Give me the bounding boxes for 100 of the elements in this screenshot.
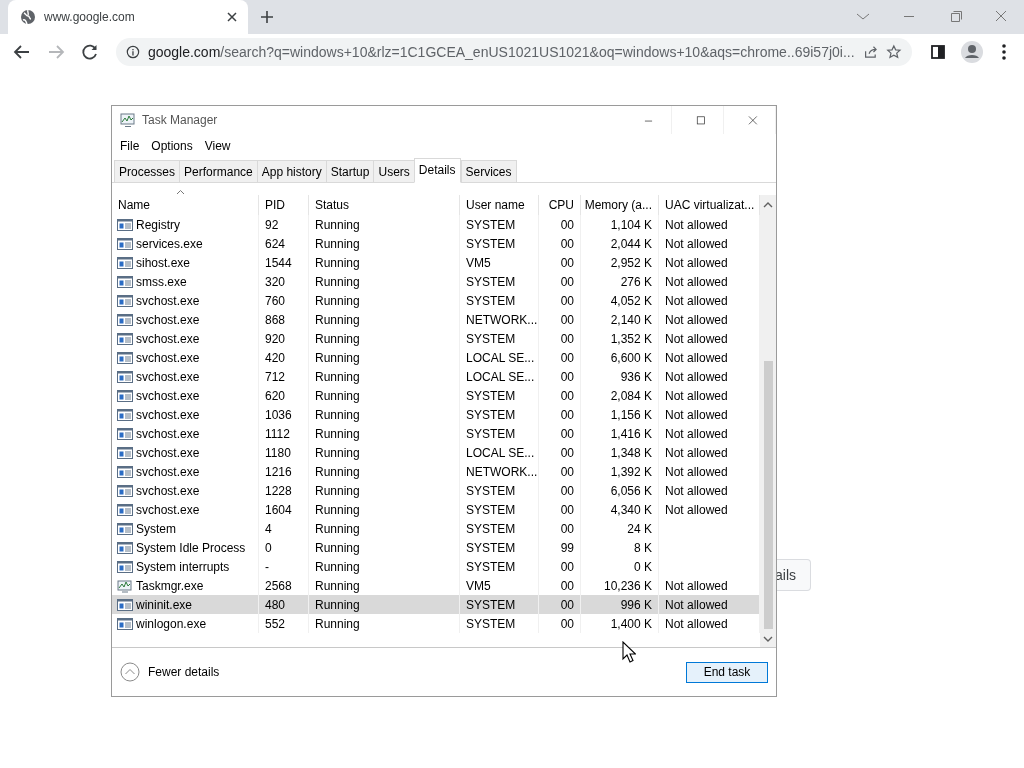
column-header[interactable]: Name [112, 195, 259, 215]
table-cell: Running [315, 540, 360, 555]
table-row[interactable]: Registry 92 Running SYSTEM 00 1,104 K Not allowed [112, 215, 760, 234]
table-cell: 00 [560, 369, 574, 384]
new-tab-icon[interactable] [260, 10, 274, 24]
table-row[interactable]: smss.exe 320 Running SYSTEM 00 276 K Not allowed [112, 272, 760, 291]
table-row[interactable]: winlogon.exe 552 Running SYSTEM 00 1,400 K Not allowed [112, 614, 760, 633]
table-cell: 996 K [620, 597, 652, 612]
table-cell: 00 [560, 217, 574, 232]
window-icon [117, 559, 133, 574]
table-row[interactable]: svchost.exe 1036 Running SYSTEM 00 1,156 K Not allowed [112, 405, 760, 424]
table-cell: Running [315, 502, 360, 517]
star-icon[interactable] [886, 43, 902, 61]
table-cell: Running [315, 483, 360, 498]
tab[interactable]: Details [413, 158, 461, 183]
table-cell: SYSTEM [466, 502, 516, 517]
table-cell: smss.exe [136, 274, 187, 289]
table-cell: svchost.exe [136, 445, 200, 460]
table-cell: services.exe [136, 236, 203, 251]
table-row[interactable]: svchost.exe 868 Running NETWORK... 00 2,140 K Not allowed [112, 310, 760, 329]
table-cell: 552 [265, 616, 286, 631]
table-cell: 0 K [634, 559, 652, 574]
tab[interactable]: Performance [179, 160, 257, 182]
table-cell: 92 [265, 217, 279, 232]
table-cell: SYSTEM [466, 616, 516, 631]
table-cell: svchost.exe [136, 464, 200, 479]
table-row[interactable]: svchost.exe 420 Running LOCAL SE... 00 6,600 K Not allowed [112, 348, 760, 367]
table-row[interactable]: wininit.exe 480 Running SYSTEM 00 996 K Not allowed [112, 595, 760, 614]
table-row[interactable]: svchost.exe 620 Running SYSTEM 00 2,084 K Not allowed [112, 386, 760, 405]
column-header[interactable]: Memory (a... [581, 195, 659, 215]
table-row[interactable]: services.exe 624 Running SYSTEM 00 2,044 K Not allowed [112, 234, 760, 253]
globe-icon [20, 9, 36, 25]
table-cell: 1112 [265, 426, 290, 441]
table-cell: 2568 [265, 578, 292, 593]
table-cell: 4,052 K [610, 293, 652, 308]
table-row[interactable]: System 4 Running SYSTEM 00 24 K [112, 519, 760, 538]
tab[interactable]: Services [460, 160, 517, 182]
table-cell: Taskmgr.exe [136, 578, 204, 593]
table-row[interactable]: svchost.exe 760 Running SYSTEM 00 4,052 K Not allowed [112, 291, 760, 310]
window-icon [117, 502, 133, 517]
table-row[interactable]: svchost.exe 1216 Running NETWORK... 00 1,392 K Not allowed [112, 462, 760, 481]
table-cell: 624 [265, 236, 286, 251]
table-row[interactable]: System interrupts - Running SYSTEM 00 0 K [112, 557, 760, 576]
column-header[interactable]: User name [460, 195, 539, 215]
tab[interactable]: App history [256, 160, 326, 182]
end-task-button[interactable]: End task [686, 661, 768, 683]
table-cell: svchost.exe [136, 502, 200, 517]
table-cell: 1,104 K [610, 217, 652, 232]
table-cell: SYSTEM [466, 293, 516, 308]
table-row[interactable]: svchost.exe 1112 Running SYSTEM 00 1,416 K Not allowed [112, 424, 760, 443]
window-icon [117, 616, 133, 631]
table-row[interactable]: svchost.exe 712 Running LOCAL SE... 00 936 K Not allowed [112, 367, 760, 386]
tab[interactable]: Users [373, 160, 414, 182]
table-cell: svchost.exe [136, 407, 200, 422]
scrollbar-thumb[interactable] [763, 361, 773, 629]
close-icon[interactable] [226, 11, 238, 23]
table-cell: Running [315, 255, 360, 270]
profile-icon[interactable] [958, 38, 986, 66]
table-cell: Not allowed [665, 312, 728, 327]
table-cell: 0 [265, 540, 272, 555]
scrollbar[interactable] [760, 195, 776, 647]
table-cell: 4,340 K [610, 502, 652, 517]
menu-item[interactable]: Options [145, 139, 199, 153]
column-header[interactable]: PID [259, 195, 309, 215]
table-row[interactable]: svchost.exe 1180 Running LOCAL SE... 00 1,348 K Not allowed [112, 443, 760, 462]
fewer-details-toggle[interactable]: Fewer details [120, 662, 686, 682]
table-cell: Not allowed [665, 217, 728, 232]
table-row[interactable]: sihost.exe 1544 Running VM5 00 2,952 K Not allowed [112, 253, 760, 272]
table-row[interactable]: svchost.exe 920 Running SYSTEM 00 1,352 K Not allowed [112, 329, 760, 348]
table-cell: 00 [560, 464, 574, 479]
table-cell: LOCAL SE... [466, 369, 535, 384]
table-cell: LOCAL SE... [466, 445, 535, 460]
column-header[interactable]: Status [309, 195, 460, 215]
table-cell: NETWORK... [466, 312, 538, 327]
browser-tab[interactable]: www.google.com [8, 0, 248, 34]
column-header[interactable]: CPU [539, 195, 581, 215]
table-cell: 2,140 K [610, 312, 652, 327]
tab[interactable]: Startup [325, 160, 374, 182]
window-icon [117, 540, 133, 555]
table-row[interactable]: System Idle Process 0 Running SYSTEM 99 8 K [112, 538, 760, 557]
mouse-pointer-icon [622, 641, 636, 663]
table-cell: SYSTEM [466, 331, 516, 346]
table-cell: Not allowed [665, 445, 728, 460]
table-cell: 99 [560, 540, 574, 555]
scroll-down-icon[interactable] [763, 635, 773, 643]
table-cell: Not allowed [665, 293, 728, 308]
table-cell: sihost.exe [136, 255, 191, 270]
address-bar[interactable]: google.com/search?q=windows+10&rlz=1C1GCEA_enUS1021US1021&oq=windows+10&aqs=chrome..69i57j0i... [116, 38, 912, 66]
scroll-up-icon[interactable] [763, 201, 773, 209]
table-cell: Running [315, 407, 360, 422]
table-cell: 1544 [265, 255, 292, 270]
tab[interactable]: Processes [114, 160, 180, 182]
table-cell: 6,600 K [610, 350, 652, 365]
menu-item[interactable]: View [198, 139, 237, 153]
table-cell: 2,084 K [610, 388, 652, 403]
table-row[interactable]: svchost.exe 1228 Running SYSTEM 00 6,056 K Not allowed [112, 481, 760, 500]
table-cell: Registry [136, 217, 180, 232]
table-row[interactable]: svchost.exe 1604 Running SYSTEM 00 4,340 K Not allowed [112, 500, 760, 519]
window-icon [117, 426, 133, 441]
menu-item[interactable]: File [114, 139, 146, 153]
